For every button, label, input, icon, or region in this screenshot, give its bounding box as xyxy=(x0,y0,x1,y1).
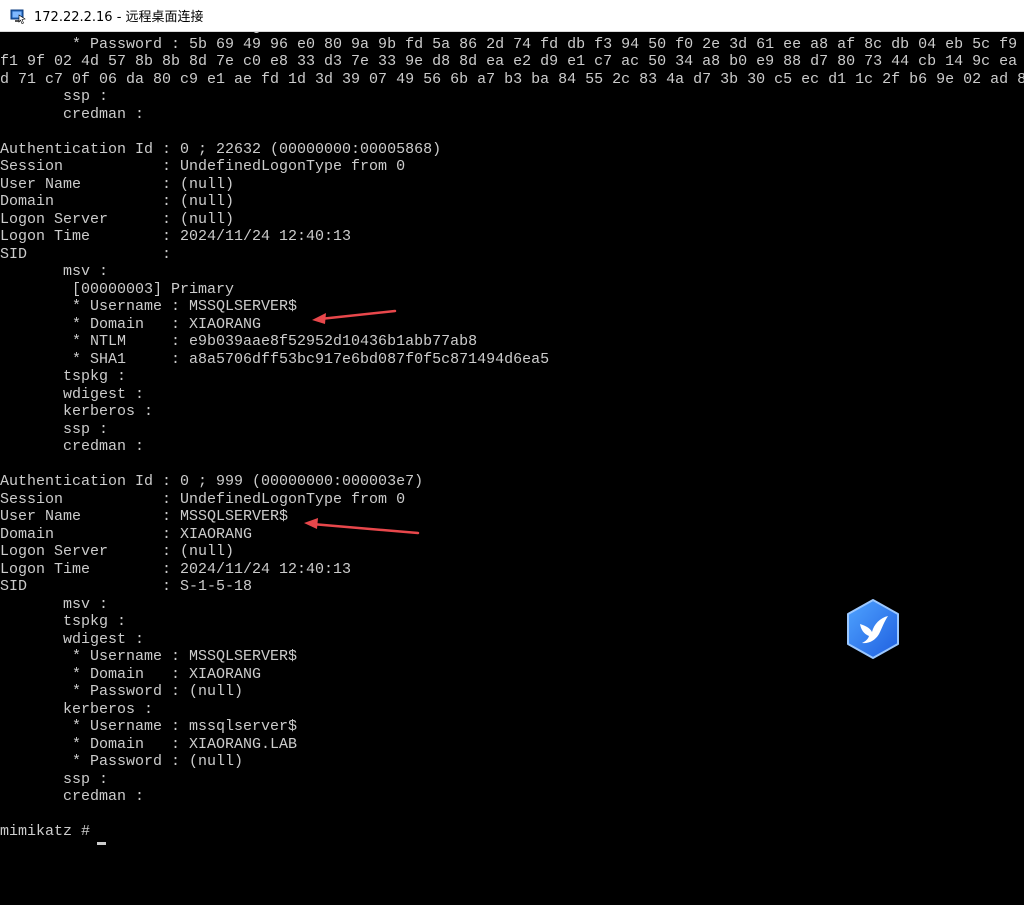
console-line: * NTLM : e9b039aae8f52952d10436b1abb77ab… xyxy=(0,333,478,350)
console-line: msv : xyxy=(0,263,109,280)
console-line: * Password : 5b 69 49 96 e0 80 9a 9b fd … xyxy=(0,35,1024,53)
console-line: * Password : (null) xyxy=(0,683,244,700)
console-line: SID : S-1-5-18 xyxy=(0,578,253,595)
console-line: Session : UndefinedLogonType from 0 xyxy=(0,158,406,175)
console-line: * Password : (null) xyxy=(0,753,244,770)
console-line: Domain : (null) xyxy=(0,193,235,210)
console-output[interactable]: * Domain : xiaorang.lab * Password : 5b … xyxy=(0,32,1024,905)
console-line: Authentication Id : 0 ; 999 (00000000:00… xyxy=(0,473,424,490)
remote-desktop-icon xyxy=(10,9,26,24)
bird-logo-icon[interactable] xyxy=(844,598,902,660)
console-line: User Name : MSSQLSERVER$ xyxy=(0,508,289,525)
console-line: * Domain : XIAORANG xyxy=(0,315,262,333)
console-line: * Username : MSSQLSERVER$ xyxy=(0,648,298,665)
console-line: d 71 c7 0f 06 da 80 c9 e1 ae fd 1d 3d 39… xyxy=(0,70,1024,88)
console-line: credman : xyxy=(0,438,145,455)
console-line: * Domain : XIAORANG.LAB xyxy=(0,735,298,753)
console-line: * Username : mssqlserver$ xyxy=(0,718,298,735)
console-line: Logon Time : 2024/11/24 12:40:13 xyxy=(0,560,352,578)
console-line: * SHA1 : a8a5706dff53bc917e6bd087f0f5c87… xyxy=(0,350,550,368)
console-line: ssp : xyxy=(0,420,109,438)
window-titlebar: 172.22.2.16 - 远程桌面连接 xyxy=(0,0,1024,32)
console-line: tspkg : xyxy=(0,613,127,630)
console-line: f1 9f 02 4d 57 8b 8b 8d 7e c0 e8 33 d3 7… xyxy=(0,53,1024,70)
console-line: msv : xyxy=(0,595,109,613)
console-line: ssp : xyxy=(0,770,109,788)
window-title: 172.22.2.16 - 远程桌面连接 xyxy=(34,10,204,25)
console-line: Logon Time : 2024/11/24 12:40:13 xyxy=(0,228,352,245)
console-line: * Domain : XIAORANG xyxy=(0,665,262,683)
console-line: Domain : XIAORANG xyxy=(0,525,253,543)
console-line: wdigest : xyxy=(0,630,145,648)
console-line: User Name : (null) xyxy=(0,175,235,193)
console-line: credman : xyxy=(0,788,145,805)
console-line: credman : xyxy=(0,105,145,123)
console-line: wdigest : xyxy=(0,385,145,403)
console-line: Logon Server : (null) xyxy=(0,543,235,560)
console-line: kerberos : xyxy=(0,403,154,420)
console-line: SID : xyxy=(0,245,172,263)
console-line: Authentication Id : 0 ; 22632 (00000000:… xyxy=(0,140,442,158)
console-line: * Username : MSSQLSERVER$ xyxy=(0,298,298,315)
console-line: mimikatz # xyxy=(0,823,100,840)
console-line: Session : UndefinedLogonType from 0 xyxy=(0,490,406,508)
console-cursor xyxy=(97,842,106,845)
console-line: tspkg : xyxy=(0,368,127,385)
console-line: Logon Server : (null) xyxy=(0,210,235,228)
console-line: kerberos : xyxy=(0,700,154,718)
console-line: [00000003] Primary xyxy=(0,280,235,298)
console-line: ssp : xyxy=(0,88,109,105)
